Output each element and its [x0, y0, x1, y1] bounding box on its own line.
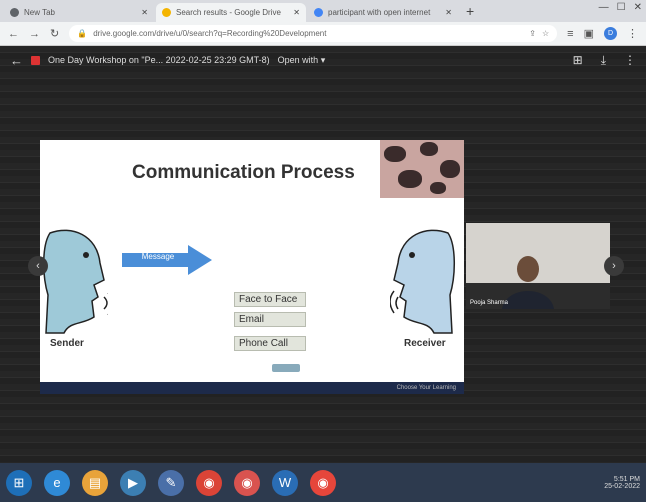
file-title: One Day Workshop on "Pe... 2022-02-25 23… [48, 55, 270, 65]
receiver-label: Receiver [404, 338, 446, 349]
chrome-profile-icon[interactable]: ◉ [234, 469, 260, 496]
back-arrow-icon[interactable]: ← [10, 53, 23, 68]
maximize-button[interactable]: ☐ [617, 2, 626, 13]
minimize-button[interactable]: — [599, 2, 609, 13]
close-icon[interactable]: ✕ [445, 8, 452, 17]
add-to-drive-icon[interactable]: ⊞ [573, 53, 583, 68]
slide-pager [272, 364, 300, 372]
new-tab-button[interactable]: + [466, 3, 474, 19]
share-icon[interactable]: ⇪ [529, 29, 536, 38]
tab-participant[interactable]: participant with open internet ✕ [308, 3, 458, 22]
tab-new-tab[interactable]: New Tab ✕ [4, 3, 154, 22]
chrome-taskbar-icon[interactable]: ◉ [196, 469, 222, 496]
option-face-to-face: Face to Face [234, 292, 306, 307]
previous-arrow-icon[interactable]: ‹ [28, 256, 48, 276]
receiver-head-icon [390, 229, 456, 334]
back-icon[interactable]: ← [8, 28, 19, 40]
chrome-icon [10, 8, 19, 17]
tab-label: New Tab [24, 8, 55, 17]
paint-icon[interactable]: ✎ [158, 469, 184, 496]
forward-icon[interactable]: → [29, 28, 40, 40]
windows-taskbar: ⊞ e ▤ ▶ ✎ ◉ ◉ W ◉ 5:51 PM 25-02-2022 [0, 463, 646, 502]
internet-explorer-icon[interactable]: e [44, 469, 70, 496]
window-controls: — ☐ ✕ [599, 2, 642, 13]
close-window-button[interactable]: ✕ [634, 2, 642, 13]
next-arrow-icon[interactable]: › [604, 256, 624, 276]
slide-title: Communication Process [132, 162, 355, 183]
participant-image [466, 223, 610, 309]
extensions-icon[interactable]: ▣ [584, 27, 594, 40]
media-icon[interactable]: ≡ [567, 28, 573, 40]
avatar[interactable]: D [604, 27, 617, 40]
google-meet-icon[interactable]: ◉ [310, 469, 336, 496]
tab-strip: New Tab ✕ Search results - Google Drive … [0, 0, 646, 22]
sender-label: Sender [50, 338, 84, 349]
drive-video-viewer: ← One Day Workshop on "Pe... 2022-02-25 … [0, 46, 646, 463]
slide-footer: Choose Your Learning [40, 382, 464, 394]
tab-label: Search results - Google Drive [176, 8, 281, 17]
download-icon[interactable]: ⤓ [601, 53, 606, 68]
presentation-slide: Communication Process Message Face to Fa… [40, 140, 464, 394]
file-explorer-icon[interactable]: ▤ [82, 469, 108, 496]
participant-video-tile: Pooja Sharma [466, 223, 610, 309]
sender-head-icon [42, 229, 108, 334]
option-email: Email [234, 312, 306, 327]
google-icon [314, 8, 323, 17]
url-text: drive.google.com/drive/u/0/search?q=Reco… [93, 29, 327, 38]
participant-name: Pooja Sharma [470, 300, 509, 306]
reload-icon[interactable]: ↻ [50, 27, 59, 40]
open-with-label: Open with [277, 54, 319, 65]
menu-icon[interactable]: ⋮ [627, 27, 638, 40]
open-with-button[interactable]: Open with ▾ [278, 55, 326, 66]
slide-photo [380, 140, 464, 198]
media-player-icon[interactable]: ▶ [120, 469, 146, 496]
more-options-icon[interactable]: ⋮ [624, 53, 636, 68]
toolbar: ← → ↻ 🔒 drive.google.com/drive/u/0/searc… [0, 22, 646, 46]
star-icon[interactable]: ☆ [542, 29, 549, 38]
tab-label: participant with open internet [328, 8, 431, 17]
clock-time: 5:51 PM [613, 475, 640, 483]
message-label: Message [141, 252, 175, 261]
tab-search-results[interactable]: Search results - Google Drive ✕ [156, 3, 306, 22]
system-tray[interactable]: 5:51 PM 25-02-2022 [604, 476, 640, 490]
clock-date: 25-02-2022 [604, 482, 640, 490]
word-icon[interactable]: W [272, 469, 298, 496]
google-drive-icon [162, 8, 171, 17]
lock-icon: 🔒 [77, 29, 88, 38]
video-file-icon [31, 55, 40, 65]
close-icon[interactable]: ✕ [293, 8, 300, 17]
option-phone-call: Phone Call [234, 336, 306, 351]
viewer-header: ← One Day Workshop on "Pe... 2022-02-25 … [0, 46, 646, 74]
address-bar[interactable]: 🔒 drive.google.com/drive/u/0/search?q=Re… [69, 25, 558, 42]
start-button-icon[interactable]: ⊞ [6, 469, 32, 496]
close-icon[interactable]: ✕ [141, 8, 148, 17]
